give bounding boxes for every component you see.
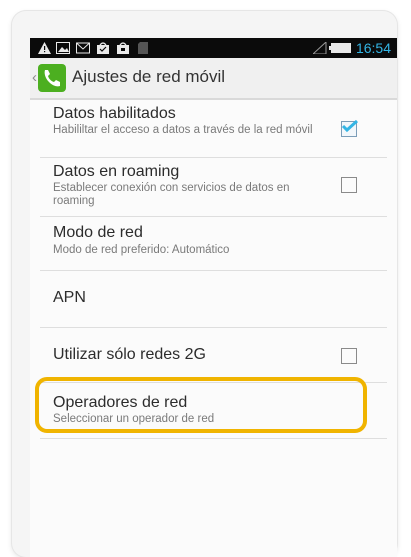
list-item-datos-roaming[interactable]: Datos en roaming Establecer conexión con… bbox=[40, 158, 387, 217]
list-item-datos-habilitados[interactable]: Datos habilitados Habililtar el acceso a… bbox=[40, 100, 387, 158]
signal-icon bbox=[313, 42, 327, 54]
list-item-apn[interactable]: APN bbox=[40, 271, 387, 328]
battery-icon bbox=[329, 42, 351, 54]
checkbox-datos-habilitados[interactable] bbox=[341, 119, 359, 137]
warning-icon bbox=[38, 42, 51, 54]
list-item-subtitle: Establecer conexión con servicios de dat… bbox=[53, 182, 290, 207]
list-item-title: Operadores de red bbox=[53, 394, 188, 411]
list-item-title: APN bbox=[53, 289, 86, 306]
shopping-bag-icon-2 bbox=[116, 42, 130, 54]
list-item-solo-2g[interactable]: Utilizar sólo redes 2G bbox=[40, 328, 387, 383]
action-bar: ‹ Ajustes de red móvil bbox=[30, 58, 397, 100]
back-chevron-icon[interactable]: ‹ bbox=[32, 69, 37, 86]
checkbox-datos-roaming[interactable] bbox=[341, 177, 357, 193]
list-item-subtitle: Modo de red preferido: Automático bbox=[53, 244, 230, 256]
clock: 16:54 bbox=[355, 40, 391, 56]
status-bar: 16:54 bbox=[30, 38, 397, 58]
mail-icon bbox=[76, 42, 90, 54]
shopping-bag-icon bbox=[96, 42, 110, 54]
settings-list: Datos habilitados Habililtar el acceso a… bbox=[30, 100, 397, 439]
sd-card-icon bbox=[138, 42, 148, 54]
list-item-title: Datos en roaming bbox=[53, 163, 180, 180]
list-item-title: Utilizar sólo redes 2G bbox=[53, 346, 206, 363]
checkmark-icon bbox=[341, 119, 359, 133]
list-item-operadores-de-red[interactable]: Operadores de red Seleccionar un operado… bbox=[40, 383, 387, 439]
phone-screen: 16:54 ‹ Ajustes de red móvil Datos habil… bbox=[30, 38, 397, 557]
checkbox-solo-2g[interactable] bbox=[341, 348, 357, 364]
list-item-subtitle: Habililtar el acceso a datos a través de… bbox=[53, 124, 313, 136]
list-item-subtitle: Seleccionar un operador de red bbox=[53, 413, 215, 425]
list-item-title: Datos habilitados bbox=[53, 105, 176, 122]
image-icon bbox=[56, 42, 70, 54]
page-title: Ajustes de red móvil bbox=[72, 67, 226, 86]
phone-app-icon[interactable] bbox=[38, 64, 66, 92]
list-item-modo-de-red[interactable]: Modo de red Modo de red preferido: Autom… bbox=[40, 217, 387, 271]
list-item-title: Modo de red bbox=[53, 224, 143, 241]
